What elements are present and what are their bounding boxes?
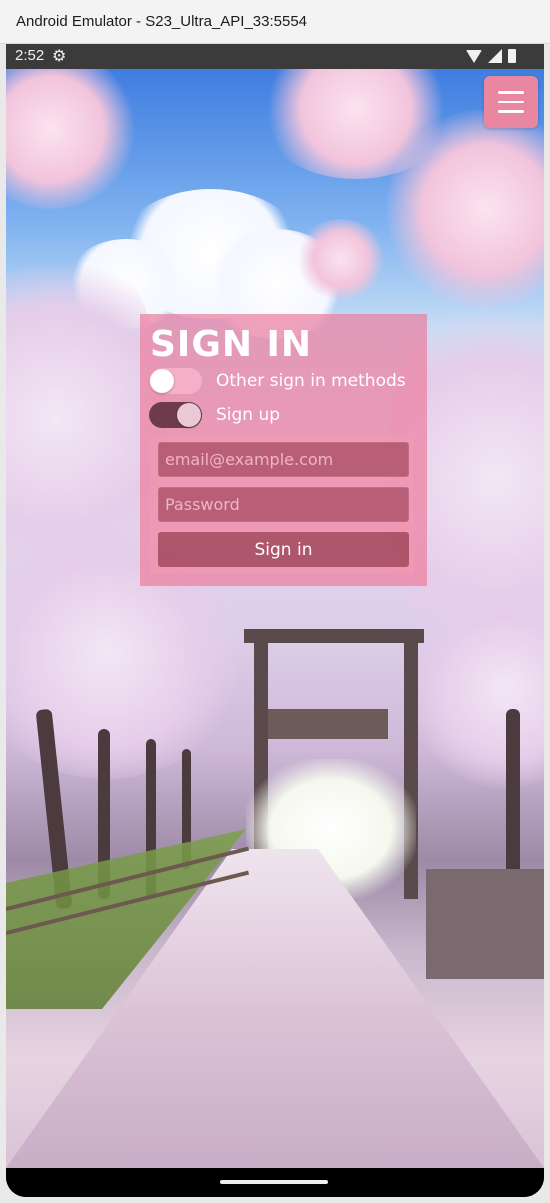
sign-up-label: Sign up [216,405,281,425]
toggle-thumb [150,369,174,393]
emulator-titlebar: Android Emulator - S23_Ultra_API_33:5554 [0,0,550,44]
toggle-other-methods-row: Other sign in methods [149,368,406,394]
home-indicator[interactable] [220,1180,328,1184]
emulator-window-title: Android Emulator - S23_Ultra_API_33:5554 [16,13,308,30]
gate-beam [244,629,424,643]
bench [426,869,544,979]
phone-screen: 2:52 ⚙ SIGN IN Other sign in methods Sig… [6,44,544,1197]
hamburger-menu-icon-bar [498,110,524,113]
hamburger-menu-icon-bar [498,100,524,104]
signin-title: SIGN IN [150,324,313,365]
blossom-cluster [6,69,136,209]
wifi-icon [466,49,482,63]
blossom-cluster [296,219,386,299]
signin-card: SIGN IN Other sign in methods Sign up Si… [140,314,427,586]
status-icons [466,49,516,63]
toggle-thumb [177,403,201,427]
hamburger-menu-button[interactable] [484,76,538,128]
other-methods-label: Other sign in methods [216,371,406,391]
toggle-sign-up-row: Sign up [149,402,280,428]
cherry-blossom-background [6,69,544,1168]
hamburger-menu-icon [498,91,524,94]
settings-gear-icon: ⚙ [52,46,67,65]
status-bar: 2:52 ⚙ [6,44,544,69]
email-field[interactable] [158,442,409,477]
password-field[interactable] [158,487,409,522]
gate-roof [268,709,388,739]
signin-form: Sign in [150,434,414,574]
navigation-bar [6,1168,544,1197]
signin-button[interactable]: Sign in [158,532,409,567]
sign-up-toggle[interactable] [149,402,202,428]
status-time: 2:52 [15,47,45,64]
other-methods-toggle[interactable] [149,368,202,394]
cell-signal-icon [488,49,502,63]
battery-icon [508,49,516,63]
